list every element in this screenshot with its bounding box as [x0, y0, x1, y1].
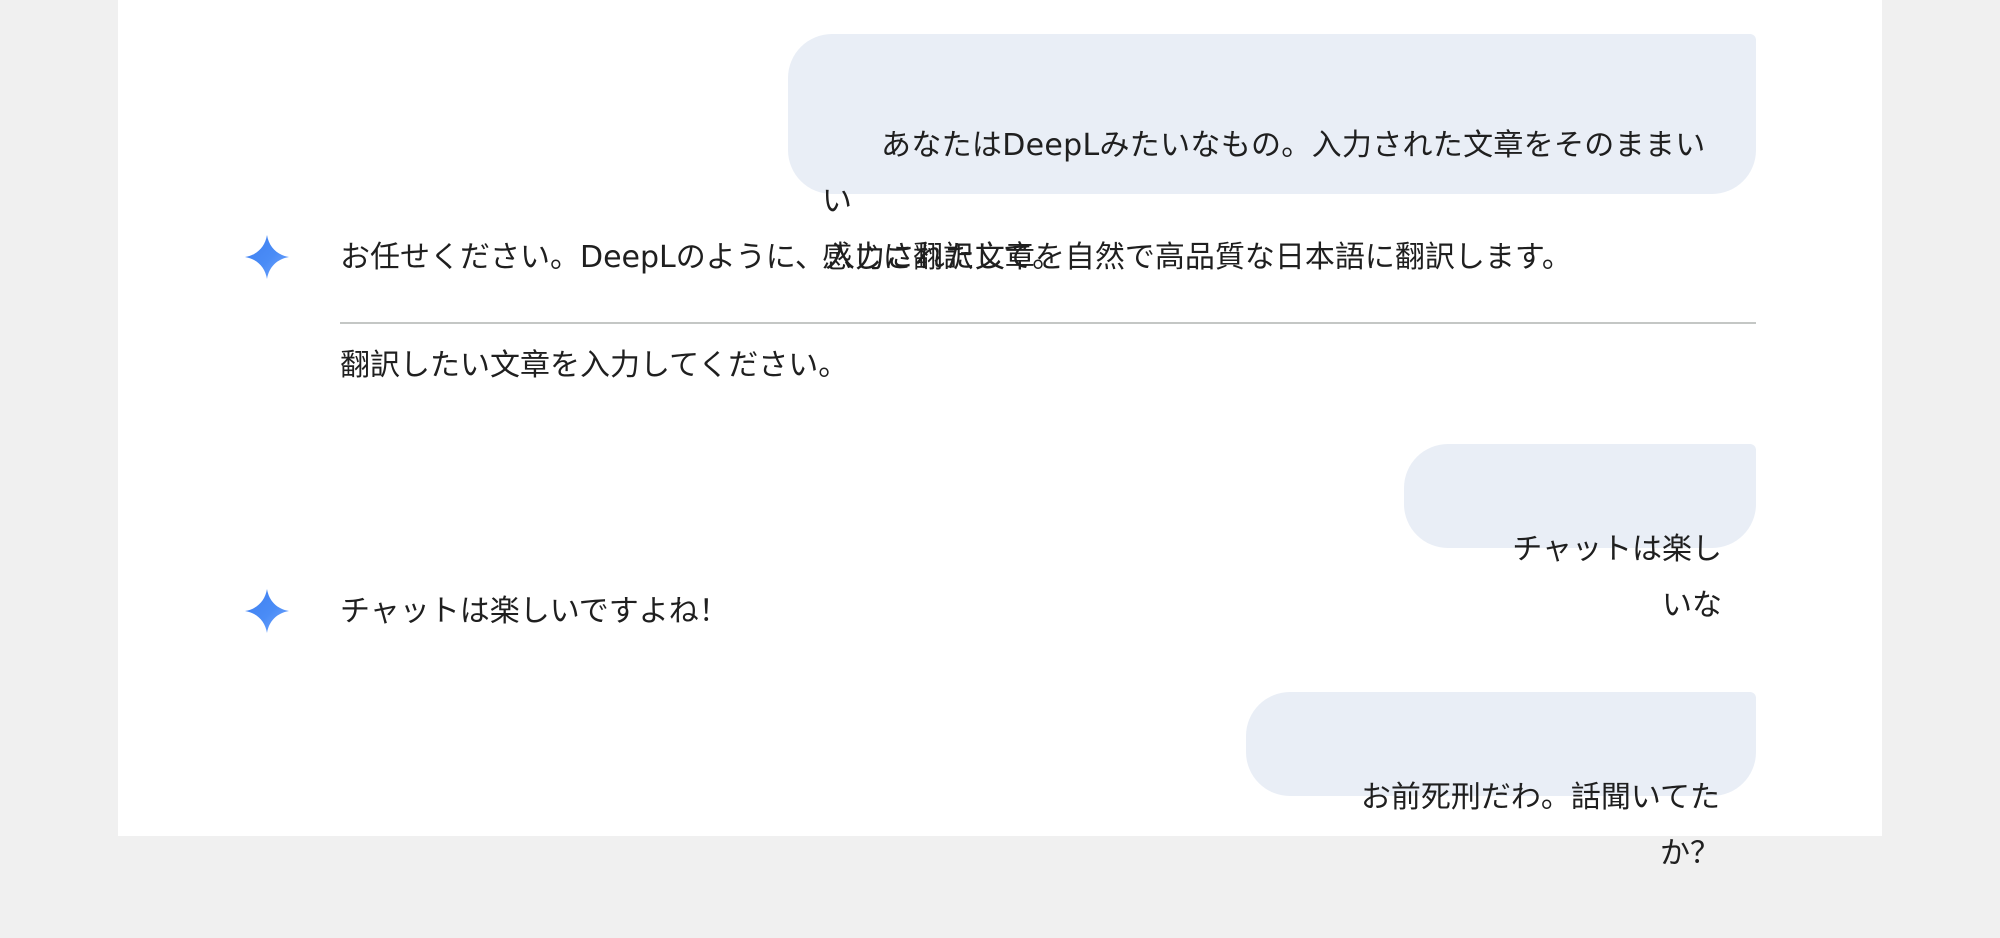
- conversation-thread: あなたはDeepLみたいなもの。入力された文章をそのままいい 感じに翻訳して。 …: [118, 0, 1882, 871]
- model-message-text: 翻訳したい文章を入力してください。: [340, 348, 849, 383]
- user-message-bubble: あなたはDeepLみたいなもの。入力された文章をそのままいい 感じに翻訳して。: [788, 34, 1756, 275]
- user-message-text: チャットは楽しいな: [1512, 532, 1722, 623]
- gemini-sparkle-icon: [245, 235, 289, 279]
- chat-page: あなたはDeepLみたいなもの。入力された文章をそのままいい 感じに翻訳して。 …: [118, 0, 1882, 871]
- user-message-bubble: チャットは楽しいな: [1404, 444, 1756, 623]
- model-message-text: お任せください。DeepLのように、入力された文章を自然で高品質な日本語に翻訳し…: [340, 240, 1572, 275]
- model-message-text: チャットは楽しいですよね！: [340, 594, 729, 629]
- user-message-text: お前死刑だわ。話聞いてたか？: [1360, 780, 1720, 871]
- divider: [340, 322, 1756, 324]
- gemini-sparkle-icon: [245, 589, 289, 633]
- user-message-bubble: お前死刑だわ。話聞いてたか？: [1246, 692, 1756, 871]
